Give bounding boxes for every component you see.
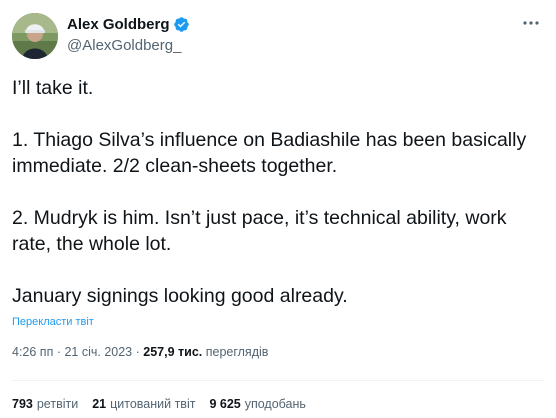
tweet-card: Alex Goldberg @AlexGoldberg_ I’ll take i… [0,0,556,418]
tweet-paragraph-3: 2. Mudryk is him. Isn’t just pace, it’s … [12,207,507,255]
tweet-date[interactable]: 21 січ. 2023 [64,345,132,359]
author-name[interactable]: Alex Goldberg [67,15,170,34]
translate-tweet-link[interactable]: Перекласти твіт [12,315,94,329]
tweet-paragraph-2: 1. Thiago Silva’s influence on Badiashil… [12,129,527,177]
tweet-time[interactable]: 4:26 пп [12,345,53,359]
retweets-stat[interactable]: 793 ретвіти [12,396,78,412]
tweet-paragraph-4: January signings looking good already. [12,285,348,307]
views-label: переглядів [205,345,269,359]
author-handle[interactable]: @AlexGoldberg_ [67,36,190,55]
divider [12,380,544,381]
more-options-icon[interactable] [522,14,540,32]
views-count: 257,9 тис. [143,345,203,359]
engagement-stats: 793 ретвіти 21 цитований твіт 9 625 упод… [12,396,320,412]
tweet-paragraph-1: I’ll take it. [12,77,94,99]
retweets-label: ретвіти [36,397,79,411]
likes-stat[interactable]: 9 625 уподобань [209,396,305,412]
author-name-row: Alex Goldberg [67,15,190,34]
tweet-meta: 4:26 пп · 21 січ. 2023 · 257,9 тис. пере… [12,344,268,360]
likes-label: уподобань [244,397,306,411]
tweet-text: I’ll take it. 1. Thiago Silva’s influenc… [12,75,547,309]
retweets-count: 793 [12,397,33,411]
quotes-label: цитований твіт [110,397,196,411]
likes-count: 9 625 [209,397,241,411]
avatar[interactable] [12,13,58,59]
author-block: Alex Goldberg @AlexGoldberg_ [67,15,190,55]
quotes-stat[interactable]: 21 цитований твіт [92,396,195,412]
avatar-image [12,13,58,59]
quotes-count: 21 [92,397,107,411]
verified-badge-icon [173,16,190,33]
